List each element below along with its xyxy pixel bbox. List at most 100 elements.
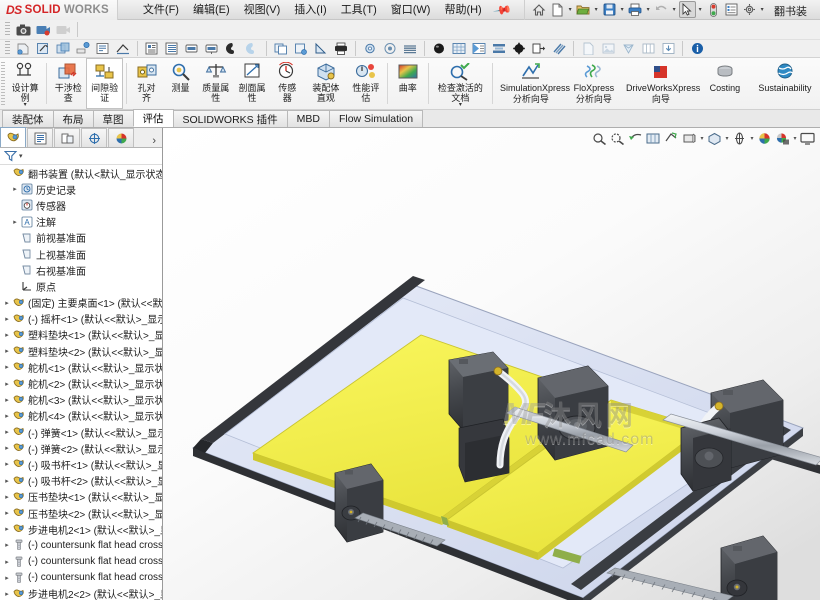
model-3d-render[interactable] [163,128,820,600]
tree-item[interactable]: 原点 [0,278,162,294]
feature-tree[interactable]: 翻书装置 (默认<默认_显示状态-1>) ▸ 历史记录传感器 ▸ A 注解前视基准面上视… [0,165,162,600]
toolbar-grip[interactable] [5,22,10,37]
tree-item[interactable]: ▸ (固定) 主要桌面<1> (默认<<默认>_ [0,295,162,311]
performance-evaluation-button[interactable]: 性能评估 [348,58,384,109]
tree-item[interactable]: ▸ 历史记录 [0,181,162,197]
tree-tab-display-manager[interactable] [108,128,134,147]
move-component-icon[interactable] [509,40,529,58]
hole-alignment-button[interactable]: 孔对齐 [130,58,164,109]
clearance-verification-button[interactable]: 间隙验证 [86,58,123,109]
new-document-icon[interactable] [549,1,566,18]
exploded-view-icon[interactable] [142,40,162,58]
tree-item[interactable]: ▸ (-) 弹簧<2> (默认<<默认>_显示状 [0,440,162,456]
costing-button[interactable]: Costing [700,58,750,109]
tab-solidworks-addins[interactable]: SOLIDWORKS 插件 [172,110,288,127]
mate-icon[interactable] [73,40,93,58]
tree-item[interactable]: ▸ 塑料垫块<1> (默认<<默认>_显示状 [0,327,162,343]
undo-icon[interactable] [653,1,670,18]
smart-fasteners-icon[interactable] [291,40,311,58]
chevron-right-icon[interactable]: ▸ [2,476,12,486]
pin-icon[interactable]: 📌 [492,0,512,20]
edit-appearance-caret-icon[interactable]: ▾ [749,135,755,142]
tree-item[interactable]: 前视基准面 [0,230,162,246]
measure-triangle-icon[interactable] [311,40,331,58]
tree-item[interactable]: ▸ (-) 吸书杆<2> (默认<<默认>_显示 [0,473,162,489]
display-style-icon[interactable] [681,130,698,147]
tree-item[interactable]: ▸ (-) 弹簧<1> (默认<<默认>_显示状 [0,424,162,440]
scene-icon[interactable] [242,40,262,58]
tree-item[interactable]: ▸ (-) 摇杆<1> (默认<<默认>_显示状 [0,311,162,327]
undo-caret-icon[interactable]: ▾ [671,6,678,13]
options-caret-icon[interactable]: ▾ [759,6,766,13]
chevron-right-icon[interactable]: ▸ [2,492,12,502]
filter-dropdown-icon[interactable]: ▾ [19,152,23,160]
feature-tree-filter-bar[interactable]: ▾ [0,148,162,165]
tree-tabs-more-button[interactable]: › [152,135,162,147]
ribbon-grip[interactable] [1,62,5,105]
image-icon[interactable] [598,40,618,58]
open-folder-icon[interactable] [575,1,592,18]
target-icon[interactable] [380,40,400,58]
driveworksxpress-button[interactable]: DriveWorksXpress 向导 [622,58,700,109]
chevron-right-icon[interactable]: ▸ [2,443,12,453]
tab-sketch[interactable]: 草图 [92,110,134,127]
tree-item[interactable]: ▸ 舵机<2> (默认<<默认>_显示状态 [0,375,162,391]
menu-edit[interactable]: 编辑(E) [186,1,237,19]
menu-insert[interactable]: 插入(I) [287,1,333,19]
chevron-right-icon[interactable]: ▸ [10,217,20,227]
bom-icon[interactable] [162,40,182,58]
measure-button[interactable]: 测量 [164,58,198,109]
tree-item[interactable]: ▸ 步进电机2<1> (默认<<默认>_显示 [0,521,162,537]
tree-item[interactable]: ▸ (-) countersunk flat head cross re [0,554,162,570]
chevron-right-icon[interactable]: ▸ [2,524,12,534]
tree-item[interactable]: ▸ 舵机<1> (默认<<默认>_显示状态 [0,359,162,375]
previous-view-icon[interactable] [627,130,644,147]
apply-scene-icon[interactable] [756,130,773,147]
chevron-right-icon[interactable]: ▸ [2,379,12,389]
sphere-icon[interactable] [429,40,449,58]
tree-item[interactable]: ▸ 步进电机2<2> (默认<<默认>_显示 [0,586,162,600]
section-view-icon[interactable] [469,40,489,58]
info-icon[interactable] [687,40,707,58]
assembly-visualization-button[interactable]: 装配体直观 [304,58,347,109]
simulationxpress-button[interactable]: SimulationXpress 分析向导 [496,58,570,109]
chevron-right-icon[interactable]: ▸ [2,330,12,340]
hide-show-items-icon[interactable] [706,130,723,147]
edit-appearance-icon[interactable] [731,130,748,147]
chevron-right-icon[interactable]: ▸ [2,540,12,550]
chevron-right-icon[interactable]: ▸ [2,362,12,372]
menu-file[interactable]: 文件(F) [136,1,186,19]
layers-icon[interactable] [400,40,420,58]
gear-tool-icon[interactable] [360,40,380,58]
options-gear-icon[interactable] [741,1,758,18]
component-preview-icon[interactable] [93,40,113,58]
export-icon[interactable] [658,40,678,58]
menu-tools[interactable]: 工具(T) [334,1,384,19]
chevron-right-icon[interactable]: ▸ [2,427,12,437]
new-assembly-icon[interactable] [13,40,33,58]
tree-item[interactable]: ▸ (-) countersunk flat head cross re [0,537,162,553]
chevron-right-icon[interactable]: ▸ [2,508,12,518]
menu-view[interactable]: 视图(V) [237,1,288,19]
tree-root-item[interactable]: 翻书装置 (默认<默认_显示状态-1>) [0,165,162,181]
grid-icon[interactable] [449,40,469,58]
chevron-right-icon[interactable]: ▸ [2,346,12,356]
section-properties-button[interactable]: 剖面属性 [234,58,270,109]
press-icon[interactable] [489,40,509,58]
chevron-right-icon[interactable]: ▸ [2,459,12,469]
auto-balloon-icon[interactable] [202,40,222,58]
select-caret-icon[interactable]: ▾ [697,6,704,13]
sensor-button[interactable]: 传感器 [270,58,304,109]
new-document-caret-icon[interactable]: ▾ [567,6,574,13]
tree-tab-feature-manager[interactable] [0,127,26,147]
menu-help[interactable]: 帮助(H) [437,1,488,19]
tree-item[interactable]: 传感器 [0,197,162,213]
sustainability-button[interactable]: Sustainability [750,58,820,109]
view-orientation-icon[interactable] [663,130,680,147]
stop-record-icon[interactable] [53,21,73,39]
gem-icon[interactable] [618,40,638,58]
mass-properties-button[interactable]: 质量属性 [198,58,234,109]
save-icon[interactable] [601,1,618,18]
chevron-right-icon[interactable]: ▸ [10,184,20,194]
insert-component-icon[interactable] [53,40,73,58]
